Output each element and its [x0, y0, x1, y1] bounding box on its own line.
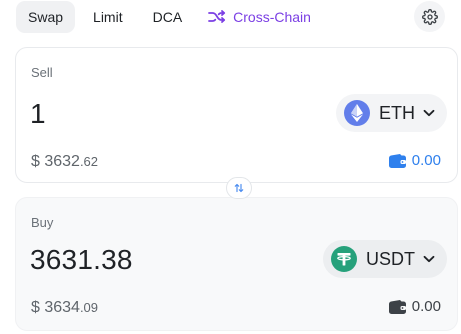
shuffle-icon: [208, 10, 226, 24]
sell-usd-main: $ 3632: [31, 153, 80, 170]
gear-icon: [421, 8, 438, 25]
tab-swap-label: Swap: [28, 9, 64, 25]
tab-limit[interactable]: Limit: [81, 1, 135, 33]
buy-panel: Buy 3631.38 USDT $ 3634.09 0.00: [15, 197, 458, 331]
tab-dca-label: DCA: [152, 9, 183, 25]
tab-dca[interactable]: DCA: [141, 1, 195, 33]
tab-limit-label: Limit: [93, 9, 123, 25]
buy-balance-value: 0.00: [411, 298, 441, 315]
sell-usd-value: $ 3632.62: [31, 153, 98, 171]
sell-token-symbol: ETH: [379, 102, 415, 123]
swap-arrows-icon: [234, 183, 244, 193]
tab-swap[interactable]: Swap: [16, 1, 76, 33]
sell-amount-input[interactable]: 1: [30, 98, 46, 130]
sell-balance-value: 0.00: [411, 152, 441, 169]
buy-label: Buy: [31, 215, 54, 230]
tether-icon: [331, 246, 357, 272]
sell-usd-cents: .62: [79, 154, 99, 169]
ethereum-icon: [344, 100, 370, 126]
tab-cross-chain-label: Cross-Chain: [233, 9, 311, 25]
chevron-down-icon: [423, 109, 435, 117]
switch-tokens-button[interactable]: [226, 177, 252, 199]
trade-mode-tabs: Swap Limit DCA Cross-Chain: [16, 1, 329, 33]
sell-balance[interactable]: 0.00: [388, 152, 441, 169]
buy-token-symbol: USDT: [366, 248, 415, 269]
buy-amount-output: 3631.38: [30, 244, 133, 275]
wallet-icon: [388, 153, 406, 168]
settings-button[interactable]: [414, 1, 445, 32]
buy-balance: 0.00: [388, 298, 441, 315]
buy-usd-cents: .09: [79, 300, 99, 315]
buy-token-selector[interactable]: USDT: [323, 240, 447, 278]
sell-token-selector[interactable]: ETH: [336, 94, 447, 132]
sell-label: Sell: [31, 65, 53, 80]
chevron-down-icon: [423, 255, 435, 263]
buy-usd-main: $ 3634: [31, 299, 80, 316]
wallet-icon: [388, 299, 406, 314]
tab-cross-chain[interactable]: Cross-Chain: [200, 1, 323, 33]
buy-usd-value: $ 3634.09: [31, 299, 98, 317]
sell-panel: Sell 1 ETH $ 3632.62 0.00: [15, 47, 458, 183]
